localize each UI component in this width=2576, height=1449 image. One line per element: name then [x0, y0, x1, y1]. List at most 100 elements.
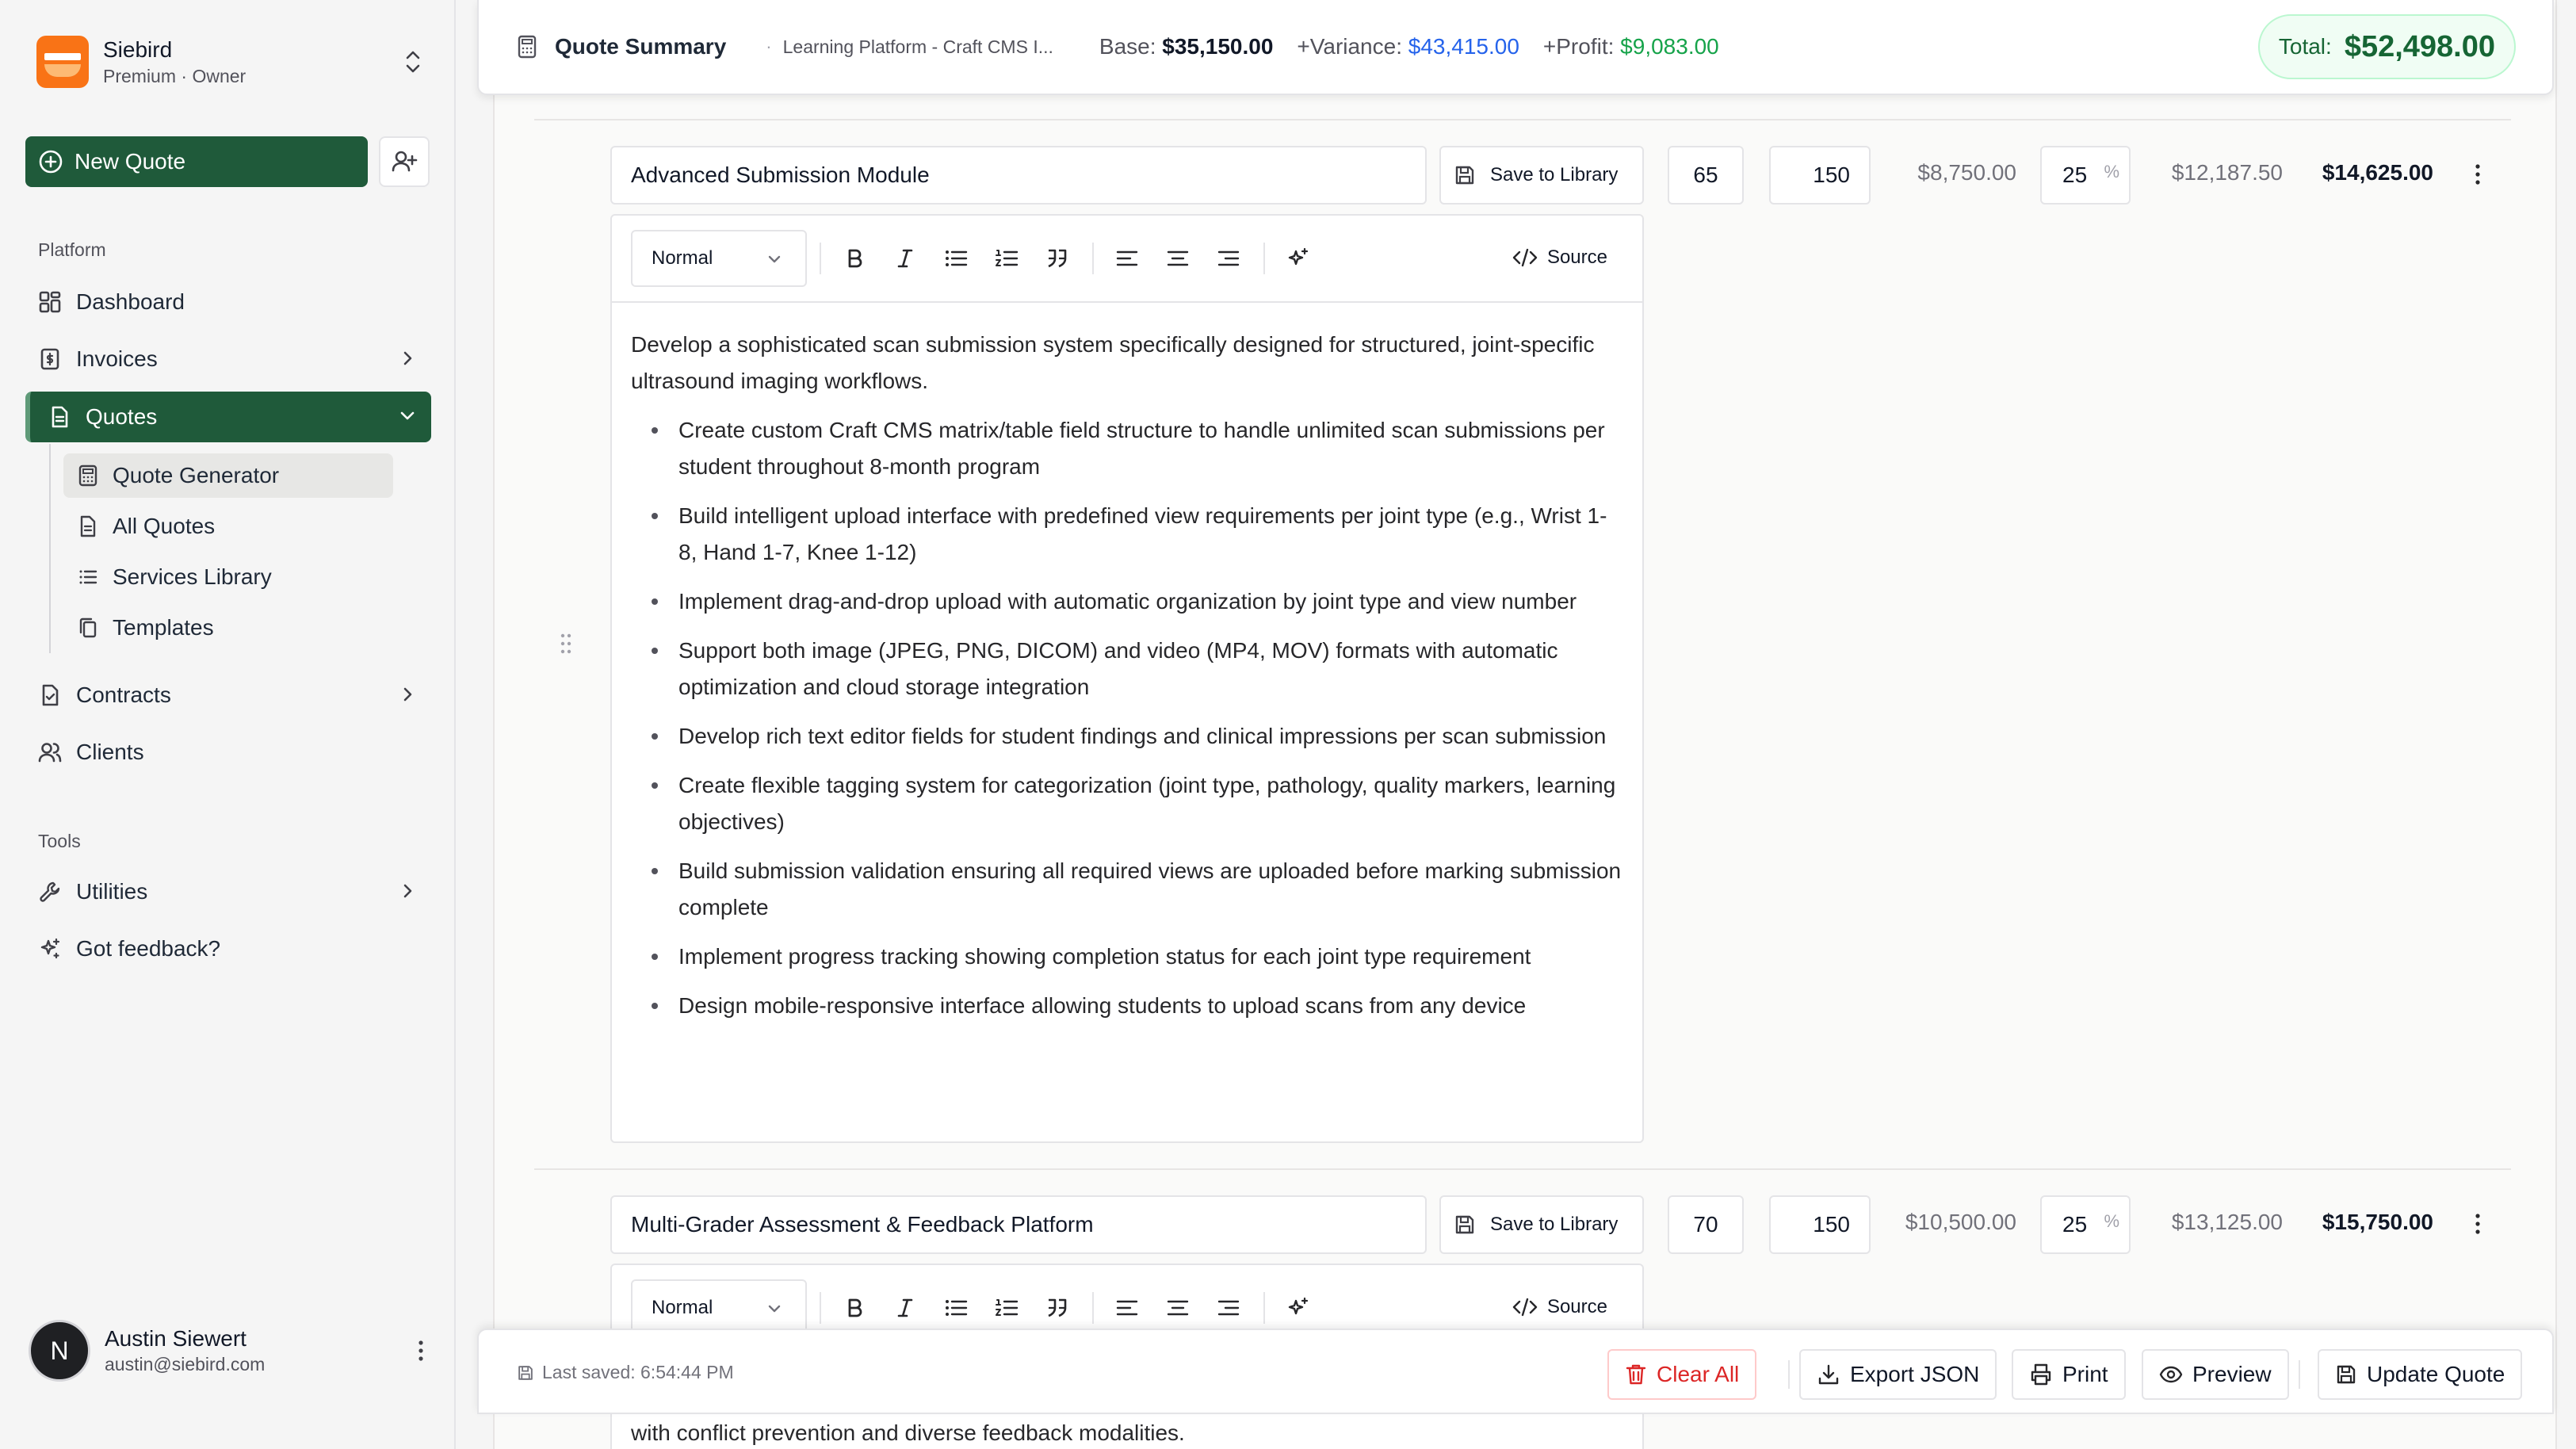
calculator-icon [78, 465, 101, 487]
save-icon [1454, 1214, 1476, 1236]
sidebar-item-label: Clients [76, 740, 144, 764]
new-quote-label: New Quote [75, 149, 186, 174]
org-switcher[interactable]: Siebird Premium · Owner [36, 33, 425, 90]
align-center-icon[interactable] [1162, 1292, 1194, 1324]
bold-icon[interactable] [839, 243, 870, 274]
export-json-button[interactable]: Export JSON [1799, 1349, 1997, 1400]
profit-label: +Profit: [1542, 34, 1615, 59]
quote-icon[interactable] [1041, 1292, 1073, 1324]
align-center-icon[interactable] [1162, 243, 1194, 274]
more-vertical-icon[interactable] [2470, 1208, 2486, 1240]
more-vertical-icon[interactable] [409, 1339, 433, 1363]
subtotal-amount: $13,125.00 [2171, 1210, 2283, 1234]
sidebar-item-feedback[interactable]: Got feedback? [25, 924, 431, 973]
line-item-title-input[interactable]: Advanced Submission Module [610, 146, 1427, 205]
sparkles-icon[interactable] [1282, 243, 1314, 274]
calculator-icon [517, 35, 537, 59]
update-quote-button[interactable]: Update Quote [2318, 1349, 2523, 1400]
align-right-icon[interactable] [1213, 1292, 1244, 1324]
hours-input[interactable]: 65 [1668, 146, 1744, 205]
more-vertical-icon[interactable] [2470, 159, 2486, 190]
save-to-library-button[interactable]: Save to Library [1439, 146, 1644, 205]
chevrons-up-down-icon[interactable] [401, 46, 425, 78]
rich-text-editor[interactable]: Normal Source Develop a sophisticated sc… [610, 214, 1644, 1143]
sidebar-item-label: Templates [113, 615, 214, 640]
list-item: Implement progress tracking showing comp… [631, 939, 1623, 975]
chevron-down-icon [398, 406, 417, 425]
source-label: Source [1546, 1296, 1607, 1317]
user-menu[interactable]: N Austin Siewert austin@siebird.com [29, 1319, 433, 1382]
italic-icon[interactable] [889, 243, 921, 274]
print-button[interactable]: Print [2012, 1349, 2126, 1400]
preview-label: Preview [2192, 1362, 2272, 1386]
quote-icon[interactable] [1041, 243, 1073, 274]
editor-content-peek: with conflict prevention and diverse fee… [631, 1420, 1185, 1445]
profit-value: $9,083.00 [1620, 34, 1719, 59]
bold-icon[interactable] [839, 1292, 870, 1324]
editor-content[interactable]: Develop a sophisticated scan submission … [631, 327, 1623, 1037]
invoice-icon [38, 347, 65, 371]
rate-input[interactable]: 150 [1769, 1195, 1871, 1254]
sidebar-item-invoices[interactable]: Invoices [25, 335, 431, 384]
bullet-list-icon[interactable] [940, 1292, 972, 1324]
sidebar-item-label: Quote Generator [113, 463, 280, 487]
align-left-icon[interactable] [1111, 1292, 1143, 1324]
sidebar-item-templates[interactable]: Templates [63, 606, 393, 650]
source-button[interactable]: Source [1512, 1287, 1607, 1327]
preview-button[interactable]: Preview [2142, 1349, 2289, 1400]
sidebar-item-services-library[interactable]: Services Library [63, 555, 393, 599]
section-label-tools: Tools [38, 831, 81, 851]
quotes-submenu-rail [49, 444, 51, 653]
bullet-list-icon[interactable] [940, 243, 972, 274]
sidebar-item-utilities[interactable]: Utilities [25, 867, 431, 916]
add-client-button[interactable] [379, 136, 430, 187]
download-icon [1817, 1363, 1840, 1386]
list-item: Build submission validation ensuring all… [631, 853, 1623, 926]
base-amount: Base: $35,150.00 [1099, 34, 1274, 59]
line-item-title-input[interactable]: Multi-Grader Assessment & Feedback Platf… [610, 1195, 1427, 1254]
file-check-icon [38, 683, 65, 707]
numbered-list-icon[interactable] [991, 1292, 1022, 1324]
clear-all-button[interactable]: Clear All [1607, 1349, 1757, 1400]
toolbar-divider [1092, 243, 1094, 274]
variance-percent-input[interactable]: 25 % [2040, 1195, 2131, 1254]
sparkles-icon [38, 937, 65, 961]
list-item: Implement drag-and-drop upload with auto… [631, 583, 1623, 620]
base-value: $35,150.00 [1162, 34, 1274, 59]
sidebar-item-all-quotes[interactable]: All Quotes [63, 504, 393, 549]
last-saved-text: Last saved: 6:54:44 PM [542, 1362, 734, 1382]
hours-input[interactable]: 70 [1668, 1195, 1744, 1254]
sidebar-item-quotes[interactable]: Quotes [25, 392, 431, 442]
profit-amount: +Profit: $9,083.00 [1543, 34, 1719, 59]
sidebar-item-clients[interactable]: Clients [25, 728, 431, 777]
drag-handle-icon[interactable] [560, 633, 572, 655]
list-item: Support both image (JPEG, PNG, DICOM) an… [631, 633, 1623, 705]
total-label: Total: [2278, 34, 2332, 59]
variance-percent-input[interactable]: 25 % [2040, 146, 2131, 205]
sidebar-item-contracts[interactable]: Contracts [25, 671, 431, 720]
toolbar-divider [1092, 1292, 1094, 1324]
align-right-icon[interactable] [1213, 243, 1244, 274]
italic-icon[interactable] [889, 1292, 921, 1324]
page-title: Quote Summary [555, 34, 727, 59]
align-left-icon[interactable] [1111, 243, 1143, 274]
sidebar-item-label: Quotes [86, 404, 158, 429]
list-item: Create flexible tagging system for categ… [631, 767, 1623, 840]
sidebar-item-label: Got feedback? [76, 936, 221, 961]
source-button[interactable]: Source [1512, 238, 1607, 277]
sidebar-item-quote-generator[interactable]: Quote Generator [63, 453, 393, 498]
sidebar-item-dashboard[interactable]: Dashboard [25, 277, 431, 327]
list-icon [78, 567, 101, 587]
new-quote-button[interactable]: New Quote [25, 136, 368, 187]
rate-input[interactable]: 150 [1769, 146, 1871, 205]
toolbar-divider [1263, 1292, 1265, 1324]
percent-symbol: % [2104, 162, 2119, 182]
save-to-library-button[interactable]: Save to Library [1439, 1195, 1644, 1254]
sparkles-icon[interactable] [1282, 1292, 1314, 1324]
action-bar: Last saved: 6:54:44 PM Clear All Export … [477, 1329, 2554, 1414]
numbered-list-icon[interactable] [991, 243, 1022, 274]
base-amount: $10,500.00 [1905, 1210, 2016, 1234]
paragraph-format-select[interactable]: Normal [631, 230, 807, 287]
user-name: Austin Siewert [105, 1326, 247, 1351]
printer-icon [2029, 1363, 2053, 1386]
